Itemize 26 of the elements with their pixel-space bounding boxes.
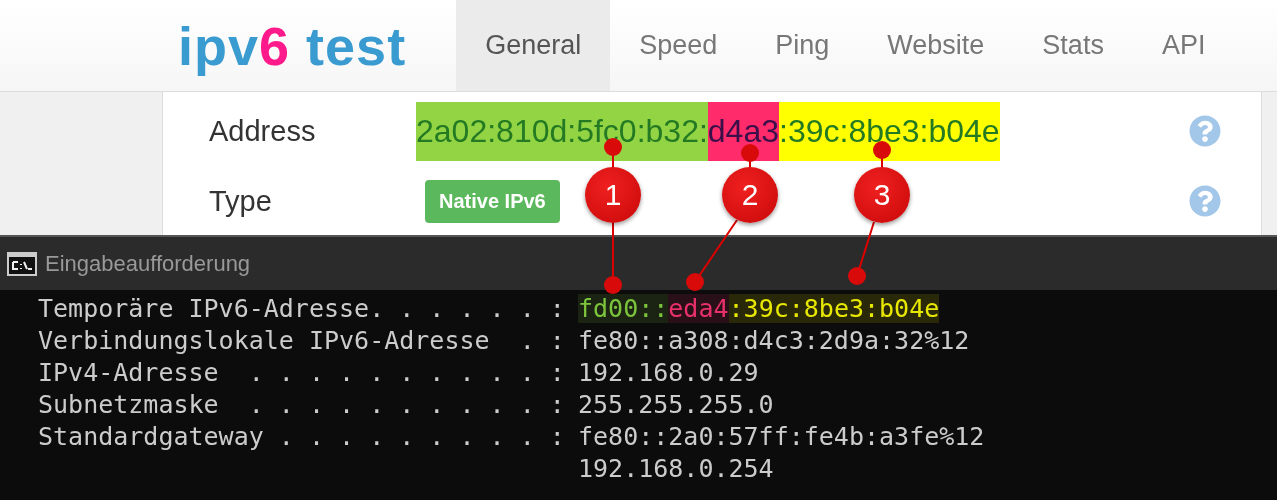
help-icon[interactable] [1189,115,1221,147]
row-label: Address [209,114,317,148]
console-label: Subnetzmaske . . . . . . . . . . : [38,389,565,419]
ip-address: 2a02:810d:5fc0:b32:d4a3:39c:8be3:b04e [416,101,1000,161]
console-label: Standardgateway . . . . . . . . . : [38,421,565,451]
nav-tab[interactable]: Speed [610,0,747,91]
console-value: 255.255.255.0 [578,389,774,419]
console-value: fe80::2a0:57ff:fe4b:a3fe%12 [578,421,985,451]
console-label: IPv4-Adresse . . . . . . . . . . : [38,357,565,387]
nav-tab[interactable]: General [456,0,611,91]
console-value: 192.168.0.29 [578,357,759,387]
type-badge: Native IPv6 [425,179,560,223]
console-label: Temporäre IPv6-Adresse. . . . . . : [38,293,565,323]
help-icon[interactable] [1189,185,1221,217]
nav-tab[interactable]: Ping [746,0,859,91]
console-title: Eingabeaufforderung [45,250,251,277]
console-value: fe80::a308:d4c3:2d9a:32%12 [578,325,970,355]
console-value: fd00::eda4:39c:8be3:b04e [578,293,940,323]
nav-tab[interactable]: Website [858,0,1014,91]
nav-tab[interactable]: Stats [1013,0,1133,91]
logo: ipv6 test [178,14,407,77]
console-value: 192.168.0.254 [578,453,774,483]
nav-tab[interactable]: API [1132,0,1235,91]
row-label: Type [209,184,273,218]
terminal-icon [7,251,37,276]
console-label: Verbindungslokale IPv6-Adresse . : [38,325,565,355]
